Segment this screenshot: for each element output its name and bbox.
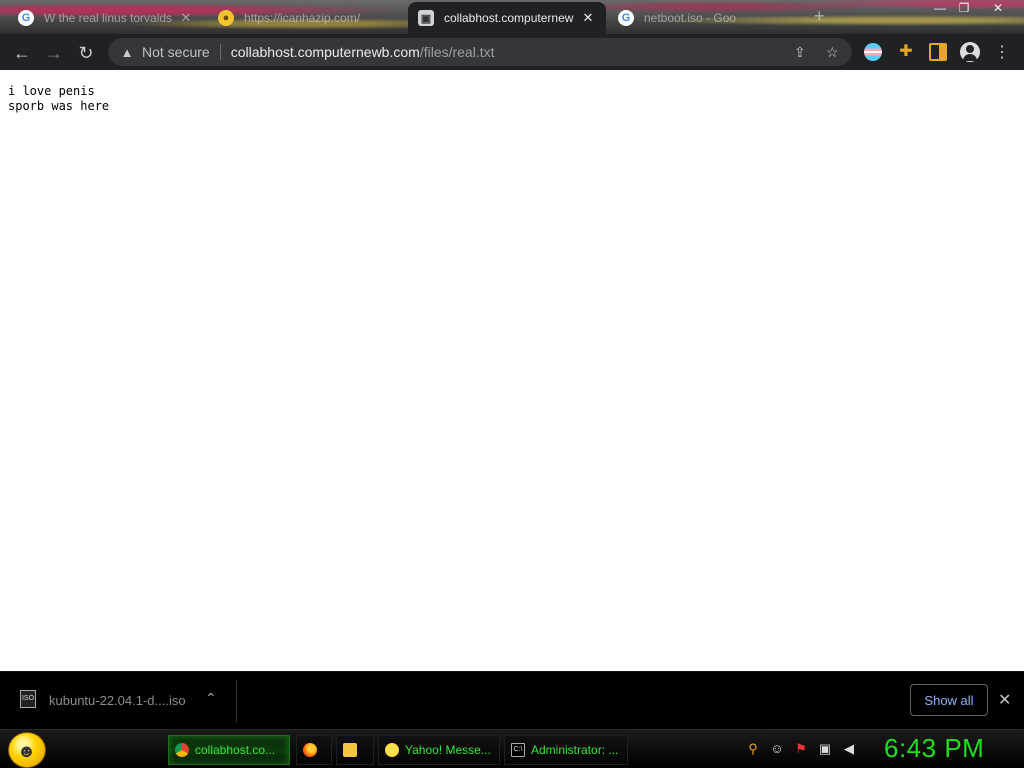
tab-title: netboot.iso - Goo [644, 11, 737, 25]
text-line: i love penis [8, 84, 95, 98]
volume-icon[interactable]: ◀ [842, 742, 856, 756]
text-line: sporb was here [8, 99, 110, 113]
taskbar-item-folder[interactable] [336, 735, 374, 765]
taskbar-item-chrome[interactable]: collabhost.co... [168, 735, 290, 765]
tab-title: https://icanhazip.com/ [244, 11, 361, 25]
close-icon[interactable]: ✕ [178, 10, 194, 26]
bookmark-star-icon[interactable]: ☆ [826, 44, 839, 61]
start-button[interactable]: ☻ [8, 732, 46, 768]
page-content: i love penis sporb was here [0, 70, 1024, 671]
cmd-icon: C:\ [511, 743, 525, 757]
share-icon[interactable]: ⇪ [794, 44, 806, 61]
download-file-name[interactable]: kubuntu-22.04.1-d....iso [49, 693, 186, 708]
profile-avatar-icon[interactable] [960, 42, 980, 62]
iso-file-icon: ISO [20, 690, 36, 708]
search-icon[interactable]: ⚲ [746, 742, 760, 756]
divider [236, 680, 237, 722]
download-shelf: ISO kubuntu-22.04.1-d....iso ⌃ Show all … [0, 671, 1024, 729]
taskbar-item-firefox[interactable] [296, 735, 332, 765]
tab-icanhazip[interactable]: ● https://icanhazip.com/ [208, 2, 404, 34]
google-icon: G [618, 10, 634, 26]
show-all-button[interactable]: Show all [910, 684, 988, 716]
close-icon[interactable]: ✕ [998, 690, 1011, 710]
taskbar: ☻ collabhost.co... Yahoo! Messe... C:\ A… [0, 729, 1024, 768]
tab-netboot-iso[interactable]: G netboot.iso - Goo [608, 2, 798, 34]
taskbar-item-label: Yahoo! Messe... [405, 743, 491, 757]
address-bar[interactable]: ▲ Not secure collabhost.computernewb.com… [108, 38, 852, 66]
smiley-icon: ☻ [17, 741, 36, 761]
menu-kebab-icon[interactable]: ⋮ [994, 42, 1010, 62]
back-icon[interactable]: ← [10, 41, 34, 65]
extensions-puzzle-icon[interactable]: ✚ [897, 43, 915, 61]
close-icon[interactable]: ✕ [580, 10, 596, 26]
flag-icon[interactable]: ⚑ [794, 742, 808, 756]
forward-icon[interactable]: → [42, 41, 66, 65]
tab-linus-torvalds[interactable]: G W the real linus torvalds ✕ [8, 2, 204, 34]
messenger-tray-icon[interactable]: ☺ [770, 742, 784, 756]
taskbar-item-label: Administrator: ... [531, 743, 619, 757]
chevron-up-icon[interactable]: ⌃ [205, 690, 217, 707]
reload-icon[interactable]: ↻ [74, 41, 98, 65]
globe-icon: ● [218, 10, 234, 26]
tab-title: collabhost.computernewb.com/files/real.t… [444, 11, 574, 25]
divider [219, 44, 221, 60]
new-tab-icon[interactable]: + [814, 6, 825, 27]
text-file-content: i love penis sporb was here [8, 84, 109, 114]
security-label[interactable]: Not secure [142, 44, 210, 60]
restore-icon[interactable]: ❐ [952, 0, 976, 18]
tab-real-txt[interactable]: ▣ collabhost.computernewb.com/files/real… [408, 2, 606, 34]
firefox-icon [303, 743, 317, 757]
google-icon: G [18, 10, 34, 26]
warning-icon[interactable]: ▲ [120, 45, 134, 60]
tab-strip: G W the real linus torvalds ✕ ● https://… [0, 0, 1024, 34]
clock[interactable]: 6:43 PM [884, 733, 984, 764]
page-icon: ▣ [418, 10, 434, 26]
url-path[interactable]: /files/real.txt [420, 44, 495, 60]
taskbar-item-yahoo-messenger[interactable]: Yahoo! Messe... [378, 735, 500, 765]
chrome-icon [175, 743, 189, 757]
window-close-icon[interactable]: ✕ [986, 0, 1010, 18]
yahoo-messenger-icon [385, 743, 399, 757]
taskbar-item-label: collabhost.co... [195, 743, 276, 757]
extension-flag-icon[interactable] [864, 43, 882, 61]
folder-icon [343, 743, 357, 757]
network-icon[interactable]: ▣ [818, 742, 832, 756]
browser-toolbar: ← → ↻ ▲ Not secure collabhost.computerne… [0, 34, 1024, 70]
minimize-icon[interactable]: — [928, 0, 952, 18]
side-panel-icon[interactable] [929, 43, 947, 61]
taskbar-item-cmd[interactable]: C:\ Administrator: ... [504, 735, 628, 765]
tab-title: W the real linus torvalds [44, 11, 172, 25]
url-host[interactable]: collabhost.computernewb.com [231, 44, 420, 60]
